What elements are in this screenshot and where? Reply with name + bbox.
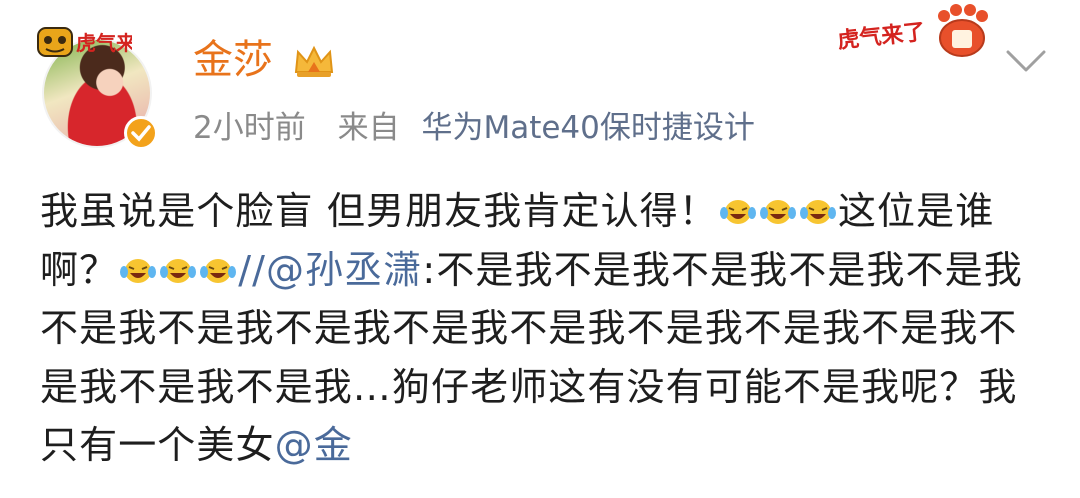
tail-mention-link[interactable]: @金 (275, 423, 353, 467)
laughing-tears-emoji-icon (160, 258, 197, 283)
post-text-part1: 我虽说是个脸盲 但男朋友我肯定认得！ (40, 189, 718, 233)
crown-icon (294, 45, 334, 77)
text-fade-overlay (762, 428, 842, 486)
mention-link[interactable]: @孙丞潇 (266, 248, 422, 292)
laughing-tears-emoji-icon (759, 200, 796, 224)
chevron-down-icon[interactable] (1004, 46, 1048, 76)
post-content: 我虽说是个脸盲 但男朋友我肯定认得！ 这位是谁啊？//@孙丞潇:不是我不是我不是我… (40, 182, 1050, 475)
laughing-tears-emoji-icon (120, 258, 157, 283)
user-avatar-container[interactable]: 虎气来了 (36, 22, 168, 154)
laughing-tears-emoji-icon (799, 200, 836, 224)
device-source-link[interactable]: 华为Mate40保时捷设计 (421, 110, 754, 146)
username[interactable]: 金莎 (193, 36, 273, 84)
verified-badge-icon (124, 116, 158, 150)
laughing-tears-emoji-icon (200, 258, 237, 283)
sticker-text: 虎气来了 (836, 19, 926, 54)
avatar-badge-text: 虎气来了 (76, 31, 132, 55)
post-time: 2小时前 (193, 110, 306, 146)
post-meta: 2小时前 来自 华为Mate40保时捷设计 (193, 108, 755, 148)
repost-separator: // (238, 247, 267, 292)
laughing-tears-emoji-icon (719, 200, 756, 224)
tiger-year-badge-icon: 虎气来了 (37, 27, 132, 57)
source-prefix: 来自 (337, 110, 400, 146)
tiger-sticker-icon: 虎气来了 (836, 4, 988, 57)
